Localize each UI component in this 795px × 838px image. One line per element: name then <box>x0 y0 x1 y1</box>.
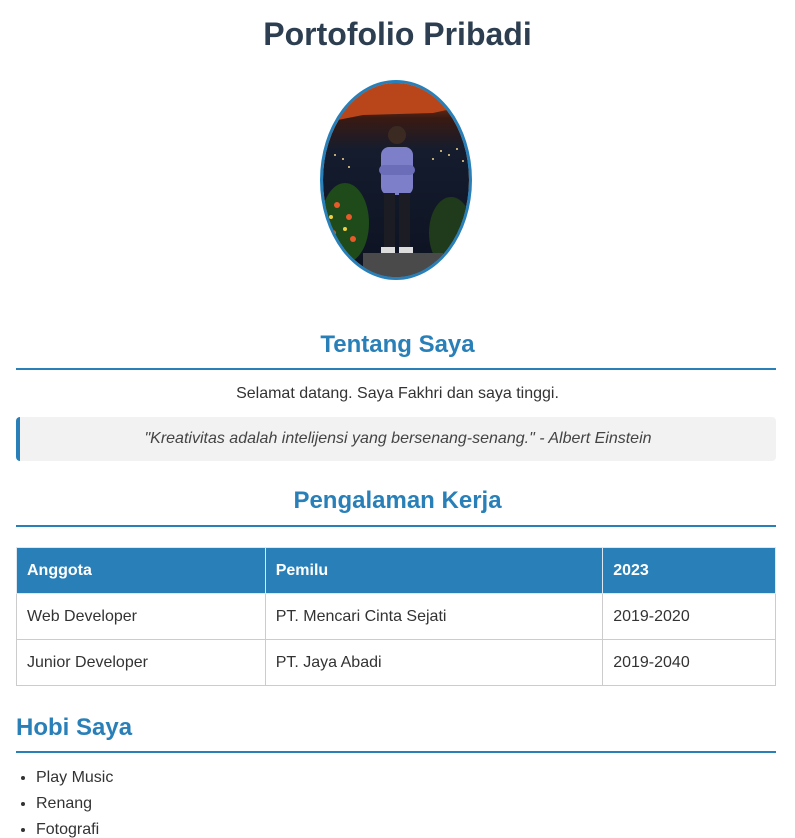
hobbies-list: Play Music Renang Fotografi <box>16 765 113 838</box>
table-row: Web Developer PT. Mencari Cinta Sejati 2… <box>16 593 776 640</box>
table-header-cell: Anggota <box>16 547 266 594</box>
table-header-cell: 2023 <box>602 547 776 594</box>
hobbies-title: Hobi Saya <box>16 714 133 741</box>
page: Portofolio Pribadi Tentang Saya Selamat … <box>0 0 795 838</box>
profile-photo <box>320 80 472 280</box>
about-intro: Selamat datang. Saya Fakhri dan saya tin… <box>236 385 559 402</box>
table-cell: PT. Jaya Abadi <box>264 639 604 686</box>
table-cell: 2019-2040 <box>602 639 776 686</box>
list-item: Renang <box>36 791 113 817</box>
experience-table: Anggota Pemilu 2023 Web Developer PT. Me… <box>16 547 776 686</box>
hobbies-divider <box>16 751 776 753</box>
table-cell: Junior Developer <box>16 639 266 686</box>
experience-title: Pengalaman Kerja <box>293 487 502 514</box>
profile-photo-image <box>323 83 469 277</box>
list-item: Fotografi <box>36 817 113 838</box>
about-divider <box>16 368 776 370</box>
experience-divider <box>16 525 776 527</box>
table-cell: 2019-2020 <box>602 593 776 640</box>
table-cell: Web Developer <box>16 593 266 640</box>
list-item: Play Music <box>36 765 113 791</box>
about-title: Tentang Saya <box>320 331 475 358</box>
table-row: Junior Developer PT. Jaya Abadi 2019-204… <box>16 639 776 686</box>
about-quote: "Kreativitas adalah intelijensi yang ber… <box>16 417 776 461</box>
table-header-row: Anggota Pemilu 2023 <box>16 547 776 594</box>
table-header-cell: Pemilu <box>264 547 604 594</box>
page-title: Portofolio Pribadi <box>263 16 532 52</box>
table-cell: PT. Mencari Cinta Sejati <box>264 593 604 640</box>
